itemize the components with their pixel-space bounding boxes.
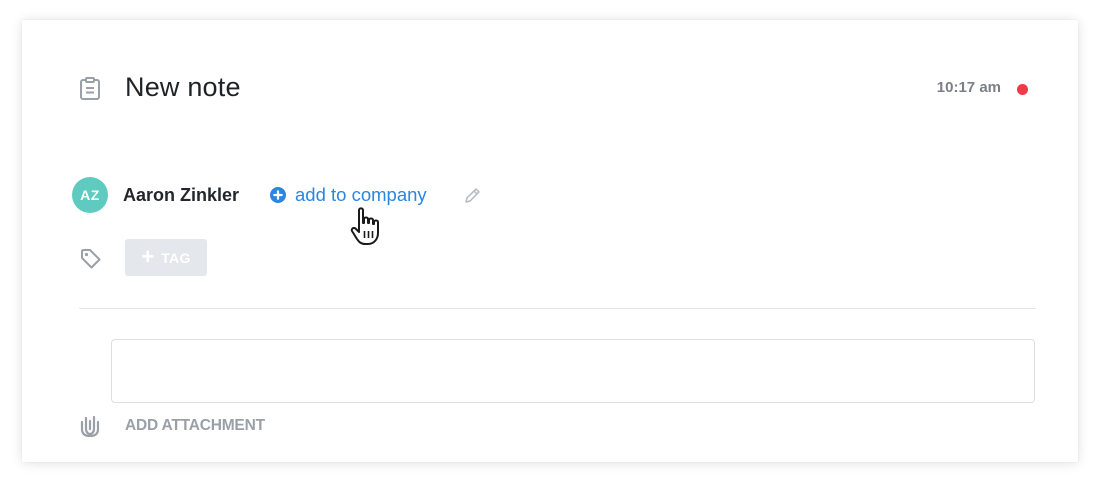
hand-pointer-cursor-icon — [350, 207, 379, 245]
note-title: New note — [125, 72, 241, 102]
pencil-icon[interactable] — [462, 186, 482, 206]
add-to-company-link[interactable]: add to company — [270, 184, 427, 206]
add-attachment-link[interactable]: ADD ATTACHMENT — [125, 417, 265, 435]
tag-icon — [81, 249, 101, 269]
status-dot — [1017, 84, 1028, 95]
note-timestamp: 10:17 am — [936, 79, 1001, 96]
add-to-company-label: add to company — [295, 184, 427, 205]
divider — [79, 308, 1036, 309]
add-tag-label: TAG — [161, 249, 191, 266]
add-tag-button[interactable]: + TAG — [125, 239, 207, 276]
plus-icon: + — [141, 243, 155, 269]
paperclip-icon[interactable] — [79, 413, 101, 437]
contact-name[interactable]: Aaron Zinkler — [123, 185, 239, 206]
avatar[interactable]: AZ — [72, 177, 108, 213]
note-card: New note 10:17 am AZ Aaron Zinkler add t… — [22, 20, 1078, 462]
note-body-input[interactable] — [111, 339, 1035, 403]
plus-circle-icon — [270, 187, 286, 203]
clipboard-note-icon — [80, 77, 100, 100]
